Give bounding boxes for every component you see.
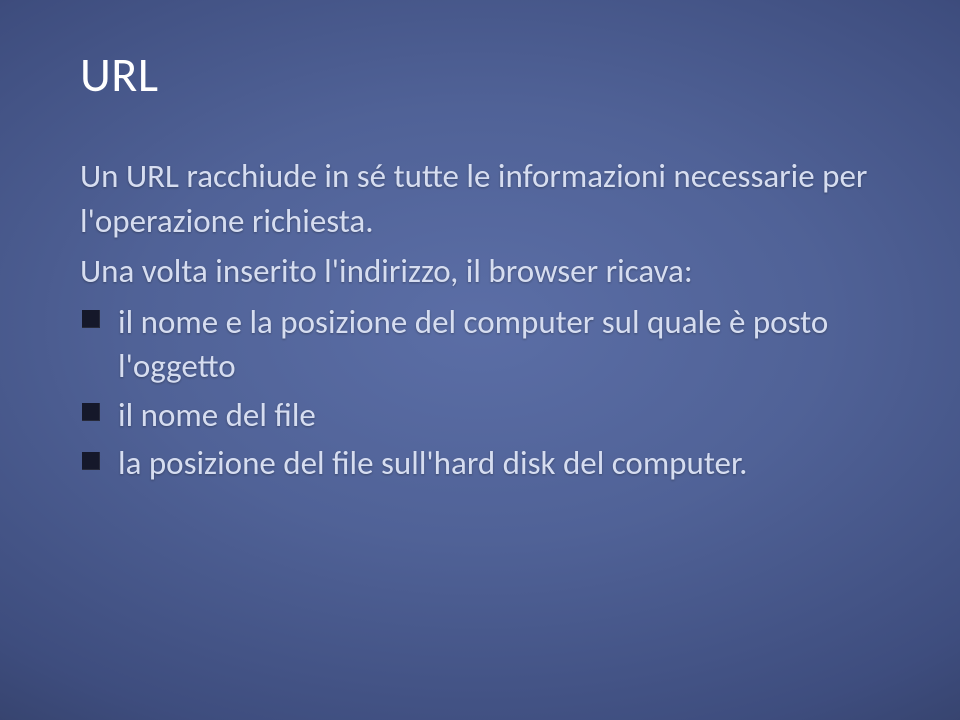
list-item: il nome del file: [80, 393, 880, 438]
slide-title: URL: [80, 45, 880, 104]
intro-line-2: Una volta inserito l'indirizzo, il brows…: [80, 249, 880, 294]
list-item: la posizione del file sull'hard disk del…: [80, 441, 880, 486]
slide-body: Un URL racchiude in sé tutte le informaz…: [80, 154, 880, 486]
slide: URL Un URL racchiude in sé tutte le info…: [0, 0, 960, 720]
list-item: il nome e la posizione del computer sul …: [80, 300, 880, 389]
bullet-list: il nome e la posizione del computer sul …: [80, 300, 880, 486]
intro-line-1: Un URL racchiude in sé tutte le informaz…: [80, 154, 880, 243]
